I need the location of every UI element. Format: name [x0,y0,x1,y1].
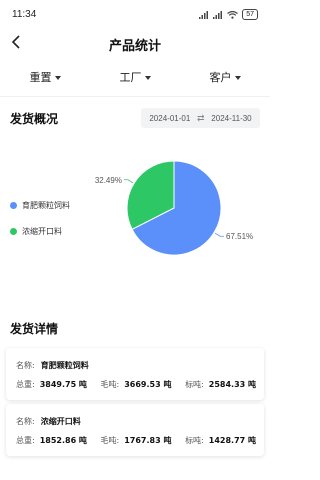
details-title: 发货详情 [10,322,59,336]
nav-bar: 产品统计 [0,28,270,58]
detail-card[interactable]: 名称: 浓缩开口料 总重: 1852.86 吨 毛吨: 1767.83 吨 标吨: 14… [6,404,264,456]
product-name: 育肥颗粒饲料 [40,361,89,370]
filter-factory[interactable]: 工厂 [90,62,180,92]
gross-stat: 总重: 1852.86 吨 [16,435,87,446]
status-time: 11:34 [12,9,37,20]
net-label: 毛吨: [100,436,120,445]
pie-label-line [123,179,134,184]
status-bar: 11:34 57 [0,0,270,28]
std-stat: 标吨: 2584.33 吨 [185,379,256,390]
net-stat: 毛吨: 3669.53 吨 [101,379,172,390]
caret-down-icon [54,75,61,80]
filter-label: 重置 [29,71,52,84]
gross-value: 3849.75 吨 [39,380,87,389]
battery-icon: 57 [242,9,258,20]
swap-icon: ⇄ [197,112,205,123]
pie-label: 67.51% [226,232,253,241]
name-label: 名称: [16,417,35,426]
pie-label-line [214,232,225,237]
std-label: 标吨: [185,380,204,389]
detail-card[interactable]: 名称: 育肥颗粒饲料 总重: 3849.75 吨 毛吨: 3669.53 吨 标吨: 2… [6,348,264,400]
pie-label: 32.49% [95,176,122,185]
signal-icon [199,10,209,19]
card-name-row: 名称: 育肥颗粒饲料 [16,360,89,371]
date-range-picker[interactable]: 2024-01-01 ⇄ 2024-11-30 [141,108,260,128]
overview-title: 发货概况 [10,112,59,126]
card-name-row: 名称: 浓缩开口料 [16,416,81,427]
page-title: 产品统计 [108,39,161,54]
std-stat: 标吨: 1428.77 吨 [185,435,256,446]
card-stats-row: 总重: 1852.86 吨 毛吨: 1767.83 吨 标吨: 1428.77 吨 [16,435,256,446]
net-label: 毛吨: [100,380,120,389]
std-value: 2584.33 吨 [208,380,256,389]
date-start: 2024-01-01 [149,113,191,123]
filter-label: 工厂 [119,71,142,84]
filter-label: 客户 [209,71,232,84]
gross-value: 1852.86 吨 [39,436,87,445]
filter-customer[interactable]: 客户 [180,62,270,92]
gross-label: 总重: [16,380,35,389]
wifi-icon [227,10,239,19]
pie-chart: 67.51% 32.49% [95,160,253,256]
product-name: 浓缩开口料 [40,417,81,426]
gross-label: 总重: [16,436,35,445]
net-value: 1767.83 吨 [124,436,172,445]
name-label: 名称: [16,361,35,370]
net-stat: 毛吨: 1767.83 吨 [101,435,172,446]
caret-down-icon [234,75,241,80]
divider [0,96,270,97]
caret-down-icon [144,75,151,80]
date-end: 2024-11-30 [211,113,252,123]
signal-icon-2 [213,10,223,19]
std-label: 标吨: [185,436,204,445]
filter-reset[interactable]: 重置 [0,62,90,92]
net-value: 3669.53 吨 [124,380,172,389]
filter-bar: 重置 工厂 客户 [0,62,270,92]
card-stats-row: 总重: 3849.75 吨 毛吨: 3669.53 吨 标吨: 2584.33 吨 [16,379,256,390]
std-value: 1428.77 吨 [208,436,256,445]
gross-stat: 总重: 3849.75 吨 [16,379,87,390]
status-icons: 57 [199,9,258,20]
